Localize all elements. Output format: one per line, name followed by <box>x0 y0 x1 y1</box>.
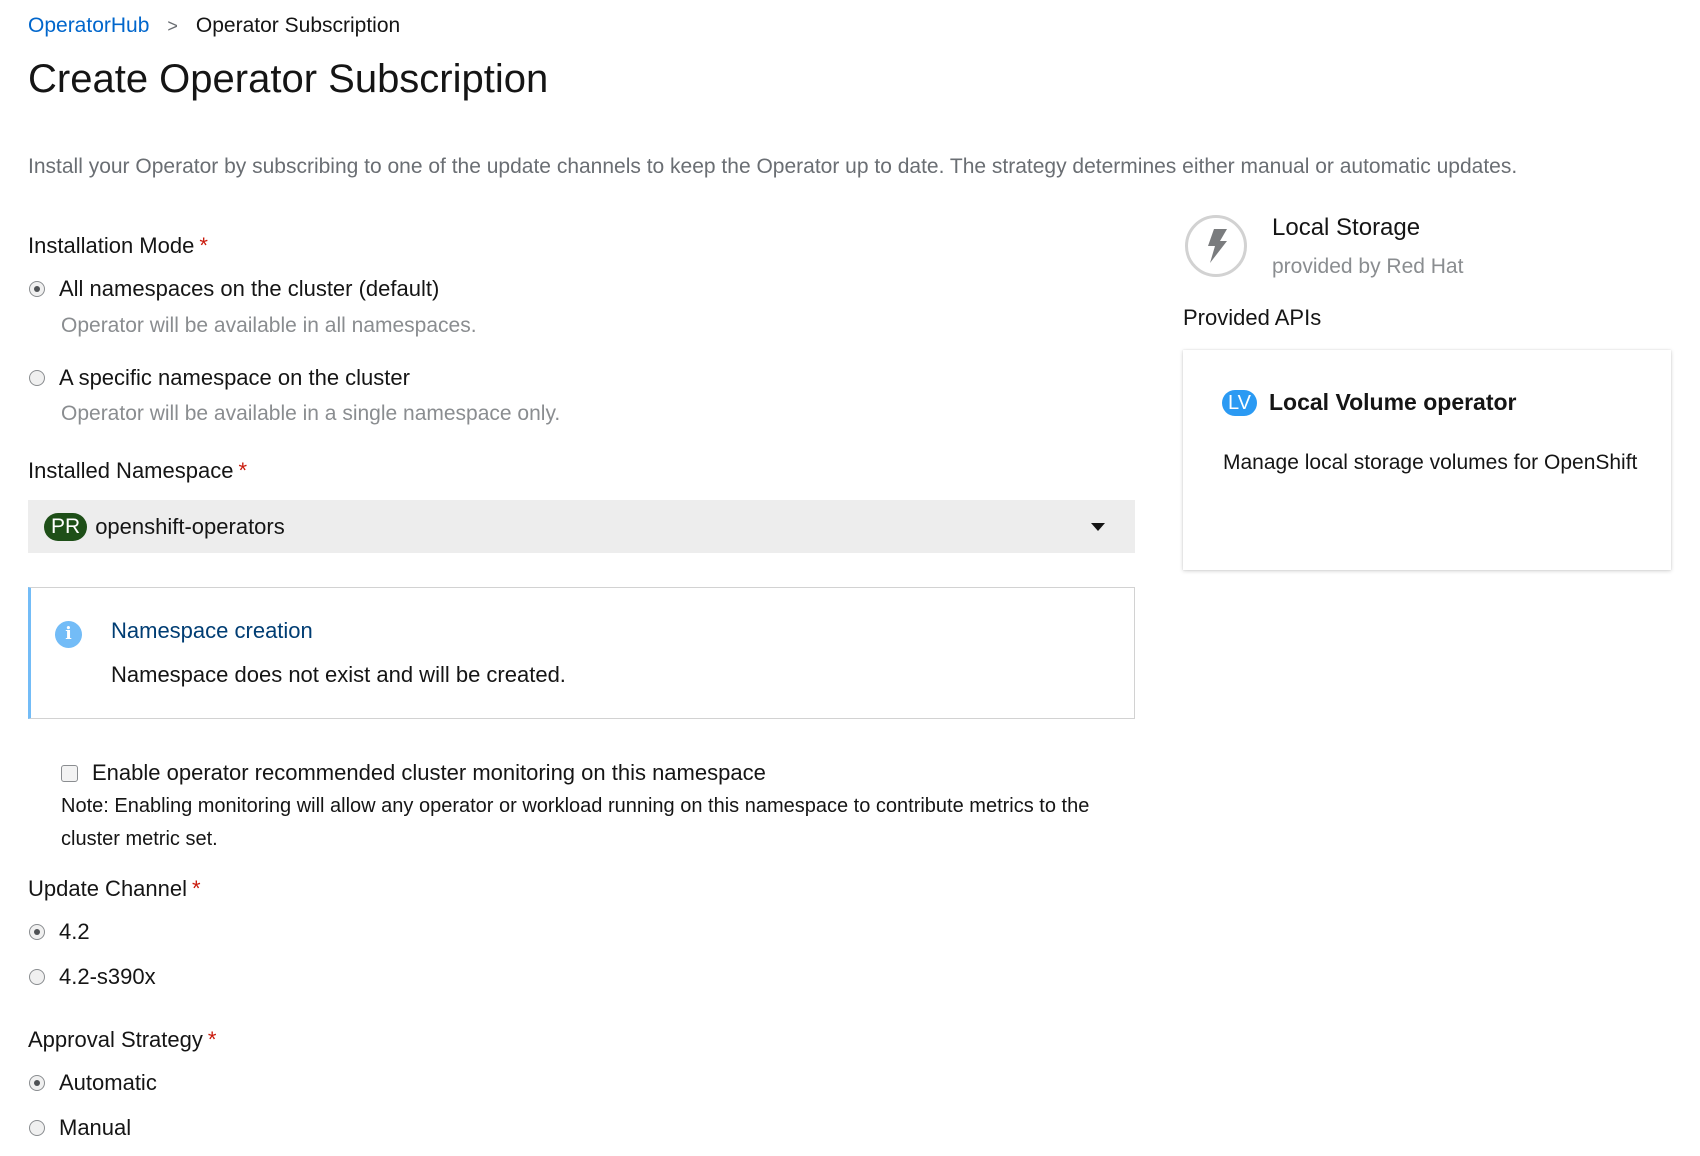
radio-button-checked[interactable] <box>29 1075 45 1091</box>
page-title: Create Operator Subscription <box>28 57 549 101</box>
api-description: Manage local storage volumes for OpenShi… <box>1223 451 1638 474</box>
breadcrumb-current: Operator Subscription <box>195 14 401 37</box>
radio-button-checked[interactable] <box>29 281 45 297</box>
required-marker: * <box>207 1027 217 1052</box>
radio-button[interactable] <box>29 370 45 386</box>
radio-button-checked[interactable] <box>29 924 45 940</box>
update-channel-label-text: Update Channel <box>28 876 188 901</box>
api-badge: LV <box>1222 390 1257 416</box>
api-card-local-volume[interactable]: LV Local Volume operator Manage local st… <box>1183 350 1671 570</box>
namespace-dropdown[interactable]: PR openshift-operators <box>28 500 1135 553</box>
breadcrumb-separator-icon: > <box>167 15 178 36</box>
radio-label: 4.2 <box>59 919 90 944</box>
breadcrumb-operatorhub-link[interactable]: OperatorHub <box>28 14 149 38</box>
installation-mode-label-text: Installation Mode <box>28 233 195 258</box>
required-marker: * <box>192 876 201 901</box>
monitoring-checkbox-row[interactable]: Enable operator recommended cluster moni… <box>61 760 766 786</box>
radio-help-text: Operator will be available in a single n… <box>61 402 561 425</box>
namespace-value: openshift-operators <box>95 513 285 539</box>
radio-label: Automatic <box>59 1070 157 1095</box>
required-marker: * <box>238 458 248 483</box>
installed-namespace-label-text: Installed Namespace <box>28 458 234 483</box>
monitoring-label: Enable operator recommended cluster moni… <box>92 760 766 785</box>
monitoring-note: Note: Enabling monitoring will allow any… <box>61 795 1090 850</box>
radio-specific-namespace[interactable]: A specific namespace on the cluster <box>29 365 410 391</box>
radio-label: A specific namespace on the cluster <box>59 365 410 390</box>
api-title: Local Volume operator <box>1269 389 1517 415</box>
approval-strategy-label: Approval Strategy * <box>28 1027 216 1053</box>
update-channel-label: Update Channel * <box>28 876 201 902</box>
monitoring-checkbox[interactable] <box>61 764 78 782</box>
radio-help-text: Operator will be available in all namesp… <box>61 314 477 337</box>
bolt-icon <box>1185 215 1247 277</box>
required-marker: * <box>199 233 208 258</box>
provided-apis-heading: Provided APIs <box>1183 305 1322 330</box>
alert-body: Namespace does not exist and will be cre… <box>111 662 566 687</box>
radio-all-namespaces[interactable]: All namespaces on the cluster (default) <box>29 276 439 302</box>
radio-label: 4.2-s390x <box>59 964 156 989</box>
radio-channel-4-2-s390x[interactable]: 4.2-s390x <box>29 964 156 990</box>
radio-label: All namespaces on the cluster (default) <box>59 276 440 301</box>
alert-title: Namespace creation <box>111 618 313 643</box>
radio-approval-automatic[interactable]: Automatic <box>29 1070 157 1096</box>
radio-approval-manual[interactable]: Manual <box>29 1115 131 1141</box>
caret-down-icon <box>1091 523 1105 531</box>
project-badge: PR <box>44 512 88 541</box>
page-description: Install your Operator by subscribing to … <box>28 155 1518 178</box>
namespace-creation-alert: i Namespace creation Namespace does not … <box>28 587 1135 719</box>
radio-button[interactable] <box>29 969 45 985</box>
radio-button[interactable] <box>29 1120 45 1136</box>
info-circle-icon: i <box>55 621 82 648</box>
installed-namespace-label: Installed Namespace * <box>28 458 247 484</box>
approval-strategy-label-text: Approval Strategy <box>28 1027 203 1052</box>
radio-channel-4-2[interactable]: 4.2 <box>29 919 90 945</box>
operator-name: Local Storage <box>1272 214 1421 241</box>
installation-mode-label: Installation Mode * <box>28 233 208 259</box>
create-operator-subscription-page: OperatorHub > Operator Subscription Crea… <box>0 0 1700 1156</box>
breadcrumb: OperatorHub > Operator Subscription <box>28 14 400 38</box>
radio-label: Manual <box>59 1115 132 1140</box>
operator-provider: provided by Red Hat <box>1272 255 1464 278</box>
